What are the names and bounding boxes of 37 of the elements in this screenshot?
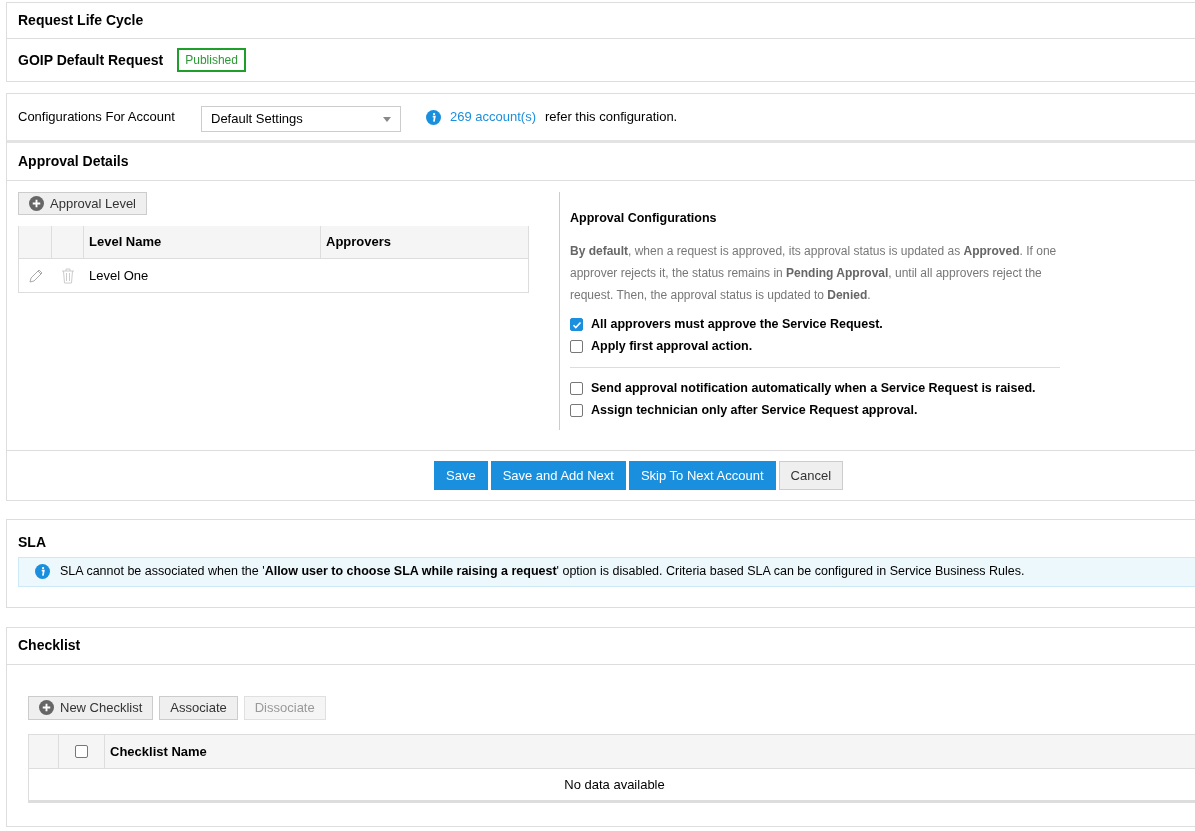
- approval-level-button[interactable]: Approval Level: [18, 192, 147, 215]
- info-icon: [35, 564, 50, 580]
- option-label: Send approval notification automatically when a Service Request is raised.: [591, 380, 1036, 398]
- toolbar-button[interactable]: New Checklist: [28, 695, 154, 720]
- config-note: refer this configuration.: [545, 108, 678, 127]
- account-select[interactable]: Default Settings: [201, 106, 401, 132]
- table-cell: Level One: [89, 267, 149, 283]
- column-header: Level Name: [89, 233, 162, 252]
- option-label: Assign technician only after Service Request approval.: [591, 402, 918, 420]
- action-button[interactable]: Cancel: [778, 460, 843, 490]
- section-title: Approval Details: [18, 152, 129, 171]
- section-title: SLA: [18, 532, 46, 552]
- caret-icon: [383, 116, 391, 122]
- sla-message: SLA cannot be associated when the 'Allow user to choose SLA while raising a request' option is disabled. Criteria based SLA can be configured in Service Business Rules.: [60, 563, 1025, 581]
- checkbox[interactable]: [570, 318, 583, 332]
- checkbox[interactable]: [570, 340, 583, 354]
- plus-icon: [29, 196, 44, 211]
- status-badge: Published: [177, 48, 246, 72]
- column-header: Checklist Name: [110, 742, 207, 761]
- description-text: By default, when a request is approved, its approval status is updated as Approved. If one approver rejects it, the status remains in Pending Approval, until all approvers reject the request. Then, the approval status is updated to Denied.: [570, 242, 1058, 304]
- page-title: Request Life Cycle: [18, 11, 144, 30]
- accounts-link[interactable]: 269 account(s): [450, 107, 536, 127]
- config-label: Configurations For Account: [18, 108, 176, 127]
- section-title: Checklist: [18, 636, 81, 656]
- config-title: Approval Configurations: [570, 210, 718, 227]
- column-header: Approvers: [326, 233, 392, 252]
- checkbox[interactable]: [570, 404, 583, 418]
- empty-message: No data available: [564, 775, 665, 794]
- option-label: Apply first approval action.: [591, 338, 753, 356]
- edit-icon[interactable]: [27, 267, 44, 284]
- toolbar-button[interactable]: Associate: [159, 695, 238, 720]
- select-all-checkbox[interactable]: [75, 744, 88, 758]
- option-label: All approvers must approve the Service Request.: [591, 316, 883, 334]
- info-icon: [426, 109, 441, 125]
- checkbox[interactable]: [570, 382, 583, 396]
- template-name: GOIP Default Request: [18, 50, 164, 70]
- plus-icon: [39, 700, 54, 716]
